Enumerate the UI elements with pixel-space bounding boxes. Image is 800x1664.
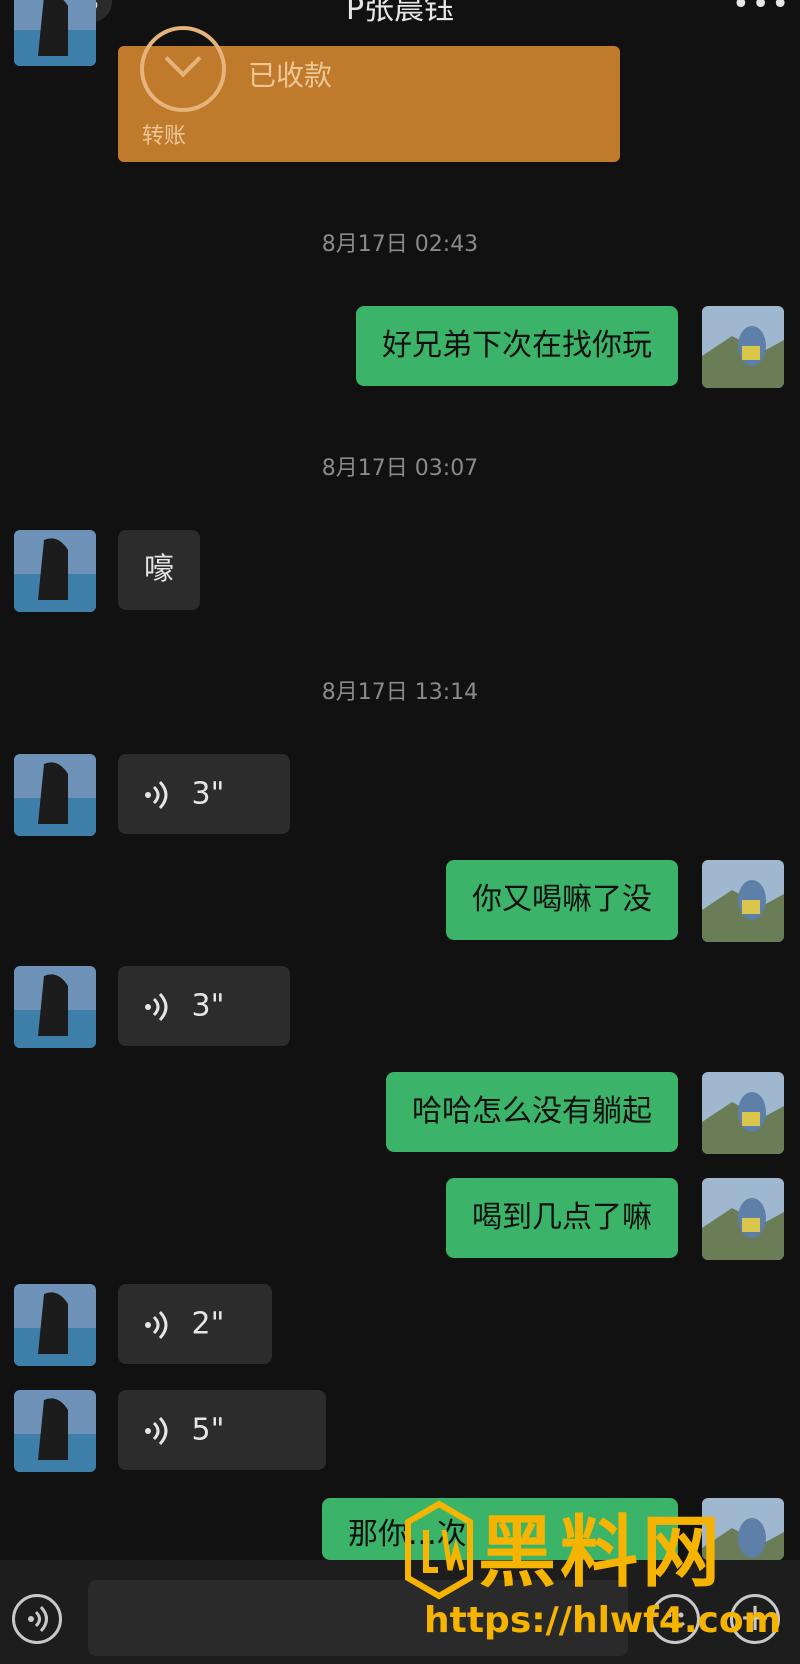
transfer-label: 转账	[142, 124, 187, 149]
message-text: 你又喝嘛了没	[472, 882, 652, 917]
my-avatar[interactable]	[702, 1178, 784, 1260]
contact-avatar[interactable]	[14, 1390, 96, 1472]
message-text: 嚎	[144, 552, 174, 587]
watermark-url: https://hlwf4.com	[424, 1600, 782, 1641]
message-text: 喝到几点了嘛	[472, 1200, 652, 1235]
chat-header: 13 P张晨钰 •••	[0, 0, 800, 27]
voice-wave-icon	[145, 1310, 168, 1339]
transfer-status: 已收款	[248, 59, 333, 92]
watermark-name: 黑料网	[478, 1508, 725, 1598]
transfer-card[interactable]: 已收款 转账	[118, 26, 620, 162]
contact-avatar[interactable]	[14, 754, 96, 836]
voice-wave-icon	[145, 992, 168, 1021]
message-bubble-sent[interactable]: 你又喝嘛了没	[446, 860, 678, 940]
message-bubble-received[interactable]: 嚎	[118, 530, 200, 610]
voice-message-bubble[interactable]: 3"	[118, 966, 290, 1046]
voice-message-bubble[interactable]: 2"	[118, 1284, 272, 1364]
voice-duration: 2"	[191, 1306, 225, 1342]
contact-avatar[interactable]	[14, 966, 96, 1048]
voice-duration: 3"	[191, 988, 225, 1024]
contact-avatar[interactable]	[14, 530, 96, 612]
chat-title: P张晨钰	[345, 0, 455, 27]
voice-input-icon[interactable]	[12, 1594, 62, 1644]
voice-duration: 3"	[191, 776, 225, 812]
my-avatar[interactable]	[702, 1072, 784, 1154]
watermark: 黑料网 https://hlwf4.com	[400, 1490, 790, 1660]
transfer-received-icon	[140, 26, 226, 112]
message-text: 哈哈怎么没有躺起	[412, 1094, 652, 1129]
voice-message-bubble[interactable]: 3"	[118, 754, 290, 834]
my-avatar[interactable]	[702, 860, 784, 942]
message-bubble-sent[interactable]: 喝到几点了嘛	[446, 1178, 678, 1258]
voice-wave-icon	[145, 1416, 168, 1445]
voice-wave-icon	[145, 780, 168, 809]
contact-avatar[interactable]	[14, 1284, 96, 1366]
voice-message-bubble[interactable]: 5"	[118, 1390, 326, 1470]
message-text: 好兄弟下次在找你玩	[382, 328, 652, 363]
timestamp: 8月17日 02:43	[321, 232, 479, 257]
more-icon[interactable]: •••	[732, 0, 789, 20]
contact-avatar[interactable]	[14, 0, 96, 66]
timestamp: 8月17日 03:07	[321, 456, 479, 481]
voice-duration: 5"	[191, 1412, 225, 1448]
watermark-logo-icon	[405, 1500, 473, 1600]
my-avatar[interactable]	[702, 306, 784, 388]
message-bubble-sent[interactable]: 好兄弟下次在找你玩	[356, 306, 678, 386]
timestamp: 8月17日 13:14	[321, 680, 479, 705]
message-bubble-sent[interactable]: 哈哈怎么没有躺起	[386, 1072, 678, 1152]
